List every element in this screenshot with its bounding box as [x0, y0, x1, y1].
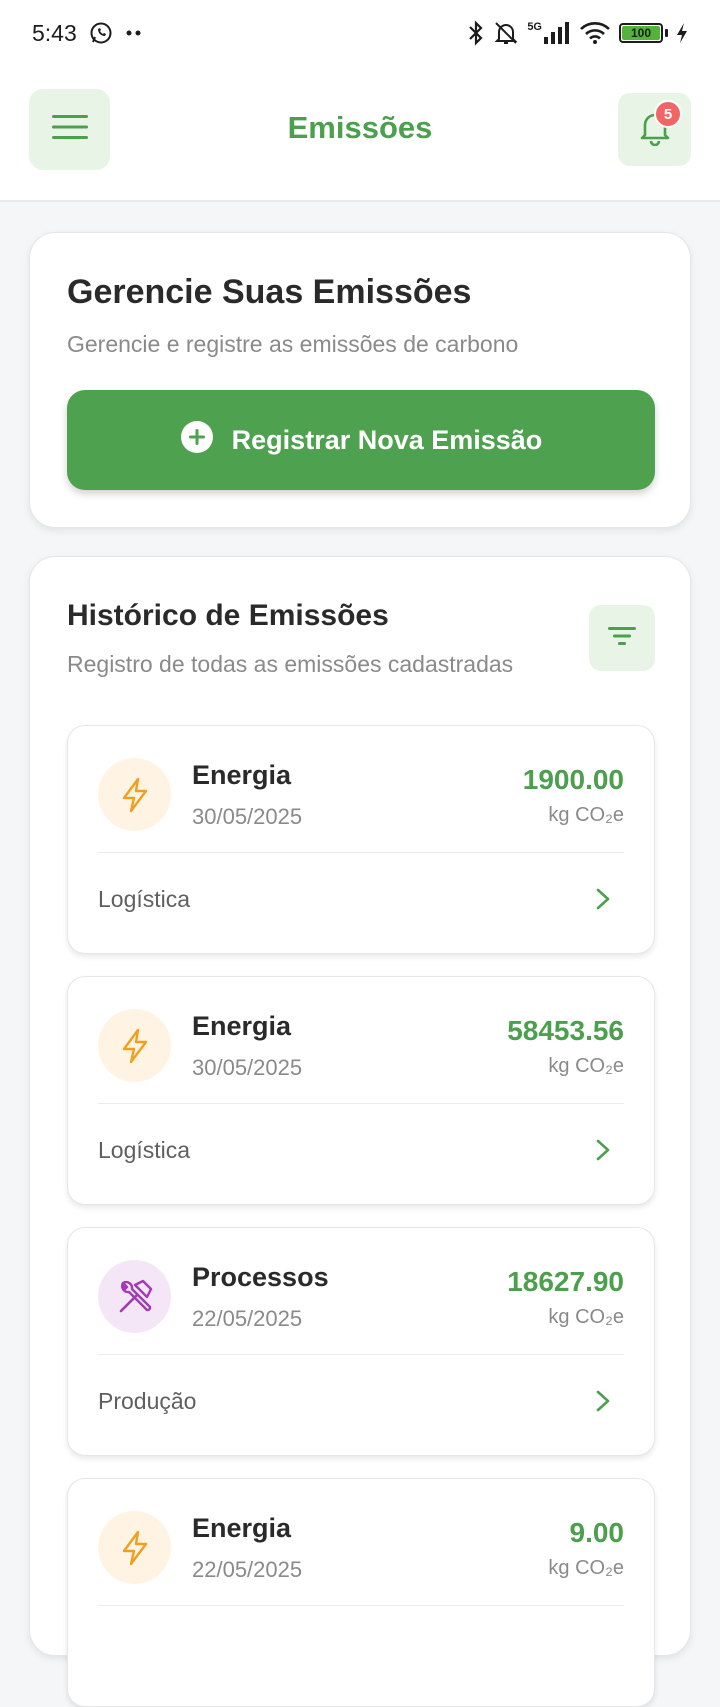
manage-subtitle: Gerencie e registre as emissões de carbo…	[67, 331, 519, 357]
chevron-right-icon[interactable]	[592, 1388, 614, 1414]
emissions-history-card: Histórico de Emissões Registro de todas …	[29, 556, 691, 1707]
entry-department: Logística	[98, 1137, 191, 1163]
bluetooth-icon	[467, 20, 485, 46]
emission-entry[interactable]: Processos 22/05/2025 18627.90 kg CO₂e Pr…	[67, 1227, 655, 1456]
status-bar: 5:43 5G 100	[0, 0, 720, 66]
entry-divider	[98, 1605, 624, 1606]
register-button-label: Registrar Nova Emissão	[231, 424, 543, 455]
entry-department: Logística	[98, 886, 191, 912]
whatsapp-icon	[89, 21, 113, 45]
register-emission-button[interactable]: Registrar Nova Emissão	[67, 390, 655, 490]
entry-type: Energia	[192, 1513, 292, 1543]
notifications-button[interactable]: 5	[618, 93, 691, 166]
entry-unit: kg CO₂e	[548, 804, 624, 826]
entry-divider	[98, 1354, 624, 1355]
manage-emissions-card: Gerencie Suas Emissões Gerencie e regist…	[29, 232, 691, 528]
chevron-right-icon[interactable]	[592, 1137, 614, 1163]
emission-entry[interactable]: Energia 22/05/2025 9.00 kg CO₂e	[67, 1478, 655, 1707]
entry-department: Produção	[98, 1388, 197, 1414]
entry-value: 9.00	[569, 1517, 625, 1548]
lightning-icon	[98, 1511, 171, 1584]
charging-icon	[676, 22, 688, 44]
more-notifications-icon	[125, 29, 143, 37]
plus-circle-icon	[180, 420, 214, 461]
entry-value: 18627.90	[507, 1266, 624, 1297]
wifi-icon	[579, 21, 611, 45]
battery-icon: 100	[619, 23, 668, 43]
filter-icon	[607, 625, 637, 652]
entry-type: Energia	[192, 1011, 292, 1041]
lightning-icon	[98, 758, 171, 831]
entry-date: 22/05/2025	[192, 1557, 303, 1582]
entry-value: 58453.56	[507, 1015, 624, 1046]
chevron-right-icon[interactable]	[592, 886, 614, 912]
bell-muted-icon	[493, 20, 519, 46]
entry-date: 30/05/2025	[192, 804, 303, 829]
network-type-label: 5G	[527, 21, 542, 33]
entry-divider	[98, 852, 624, 853]
entry-unit: kg CO₂e	[548, 1306, 624, 1328]
page-title: Emissões	[287, 110, 433, 145]
entry-value: 1900.00	[522, 764, 624, 795]
emission-entry[interactable]: Energia 30/05/2025 58453.56 kg CO₂e Logí…	[67, 976, 655, 1205]
history-subtitle: Registro de todas as emissões cadastrada…	[67, 651, 514, 677]
history-title: Histórico de Emissões	[67, 599, 389, 632]
notification-badge: 5	[654, 100, 682, 128]
battery-level: 100	[622, 26, 660, 40]
lightning-icon	[98, 1009, 171, 1082]
entry-date: 22/05/2025	[192, 1306, 303, 1331]
entry-unit: kg CO₂e	[548, 1055, 624, 1077]
tools-icon	[98, 1260, 171, 1333]
entry-type: Processos	[192, 1262, 329, 1292]
signal-icon: 5G	[527, 21, 571, 45]
entry-type: Energia	[192, 760, 292, 790]
manage-title: Gerencie Suas Emissões	[67, 273, 472, 311]
status-time: 5:43	[32, 19, 77, 46]
app-bar: Emissões 5	[0, 66, 720, 202]
entry-unit: kg CO₂e	[548, 1557, 624, 1579]
entry-date: 30/05/2025	[192, 1055, 303, 1080]
entry-divider	[98, 1103, 624, 1104]
emission-entry[interactable]: Energia 30/05/2025 1900.00 kg CO₂e Logís…	[67, 725, 655, 954]
filter-button[interactable]	[589, 605, 655, 671]
